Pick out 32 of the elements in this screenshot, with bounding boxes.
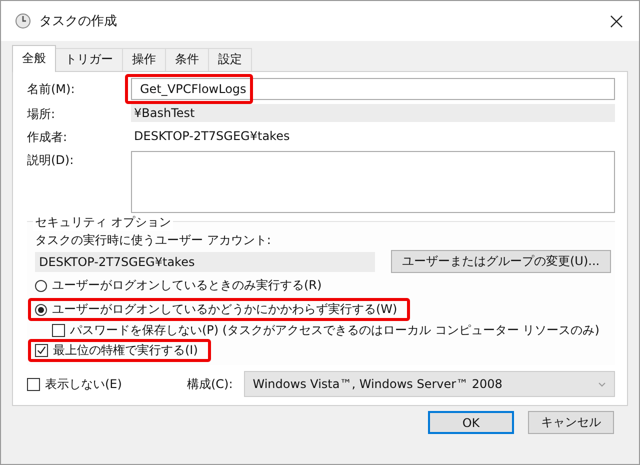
checkbox[interactable] — [52, 324, 65, 336]
checkbox[interactable] — [27, 378, 40, 390]
config-dropdown[interactable]: Windows Vista™, Windows Server™ 2008 — [244, 371, 615, 397]
option-label: 最上位の特権で実行する(I) — [53, 342, 198, 359]
checkbox[interactable] — [35, 344, 48, 357]
radio-button[interactable] — [35, 280, 47, 292]
description-field[interactable] — [131, 151, 615, 213]
option-label: ユーザーがログオンしているかどうかにかかわらず実行する(W) — [52, 301, 398, 318]
window-title: タスクの作成 — [39, 13, 118, 30]
tab[interactable]: 全般 — [12, 45, 56, 72]
dialog-button[interactable]: OK — [428, 411, 514, 434]
name-field[interactable]: Get_VPCFlowLogs — [131, 78, 615, 100]
field-label: 説明(D): — [27, 152, 75, 169]
dialog-button[interactable]: キャンセル — [528, 411, 614, 434]
field-label: 名前(M): — [27, 81, 76, 98]
field-label: 作成者: — [27, 129, 68, 146]
tab[interactable]: 設定 — [208, 48, 252, 71]
group-legend: セキュリティ オプション — [33, 214, 173, 231]
account-value: DESKTOP-2T7SGEG¥takes — [35, 252, 375, 272]
hidden-label: 表示しない(E) — [45, 376, 122, 392]
location-value: ¥BashTest — [131, 104, 615, 122]
author-value: DESKTOP-2T7SGEG¥takes — [133, 128, 291, 145]
change-user-button[interactable]: ユーザーまたはグループの変更(U)... — [391, 250, 611, 273]
clock-icon — [15, 13, 31, 29]
account-label: タスクの実行時に使うユーザー アカウント: — [35, 232, 272, 249]
option-label: パスワードを保存しない(P) (タスクがアクセスできるのはローカル コンピューター リソースのみ) — [70, 322, 600, 338]
option-label: ユーザーがログオンしているときのみ実行する(R) — [52, 277, 322, 294]
chevron-icon — [598, 382, 606, 386]
radio-button[interactable] — [35, 304, 47, 316]
field-label: 場所: — [27, 106, 56, 123]
config-label: 構成(C): — [186, 376, 233, 392]
close-icon[interactable] — [610, 14, 623, 28]
